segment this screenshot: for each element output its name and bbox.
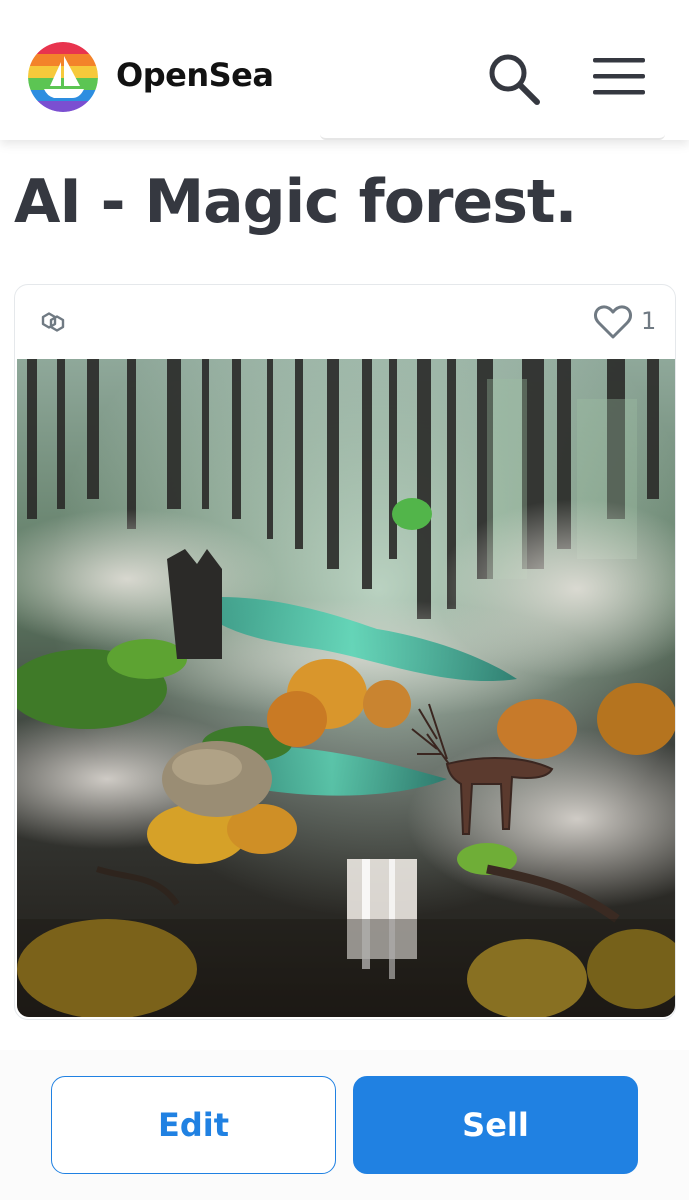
favorites-count: 1 (641, 307, 657, 335)
edit-button[interactable]: Edit (51, 1076, 336, 1174)
card-header: 1 (15, 285, 675, 359)
hamburger-menu-icon[interactable] (590, 54, 648, 100)
asset-artwork-image[interactable] (17, 359, 675, 1017)
polygon-chain-icon (39, 309, 67, 335)
search-icon[interactable] (484, 50, 542, 108)
asset-title: AI - Magic forest. (14, 167, 577, 237)
heart-outline-icon[interactable] (593, 303, 633, 341)
asset-card: 1 (14, 284, 676, 1020)
header-divider (320, 134, 665, 140)
opensea-logo-icon[interactable] (28, 42, 98, 112)
top-navigation-bar: OpenSea (0, 0, 689, 140)
sell-button[interactable]: Sell (353, 1076, 638, 1174)
brand-name[interactable]: OpenSea (116, 56, 274, 94)
